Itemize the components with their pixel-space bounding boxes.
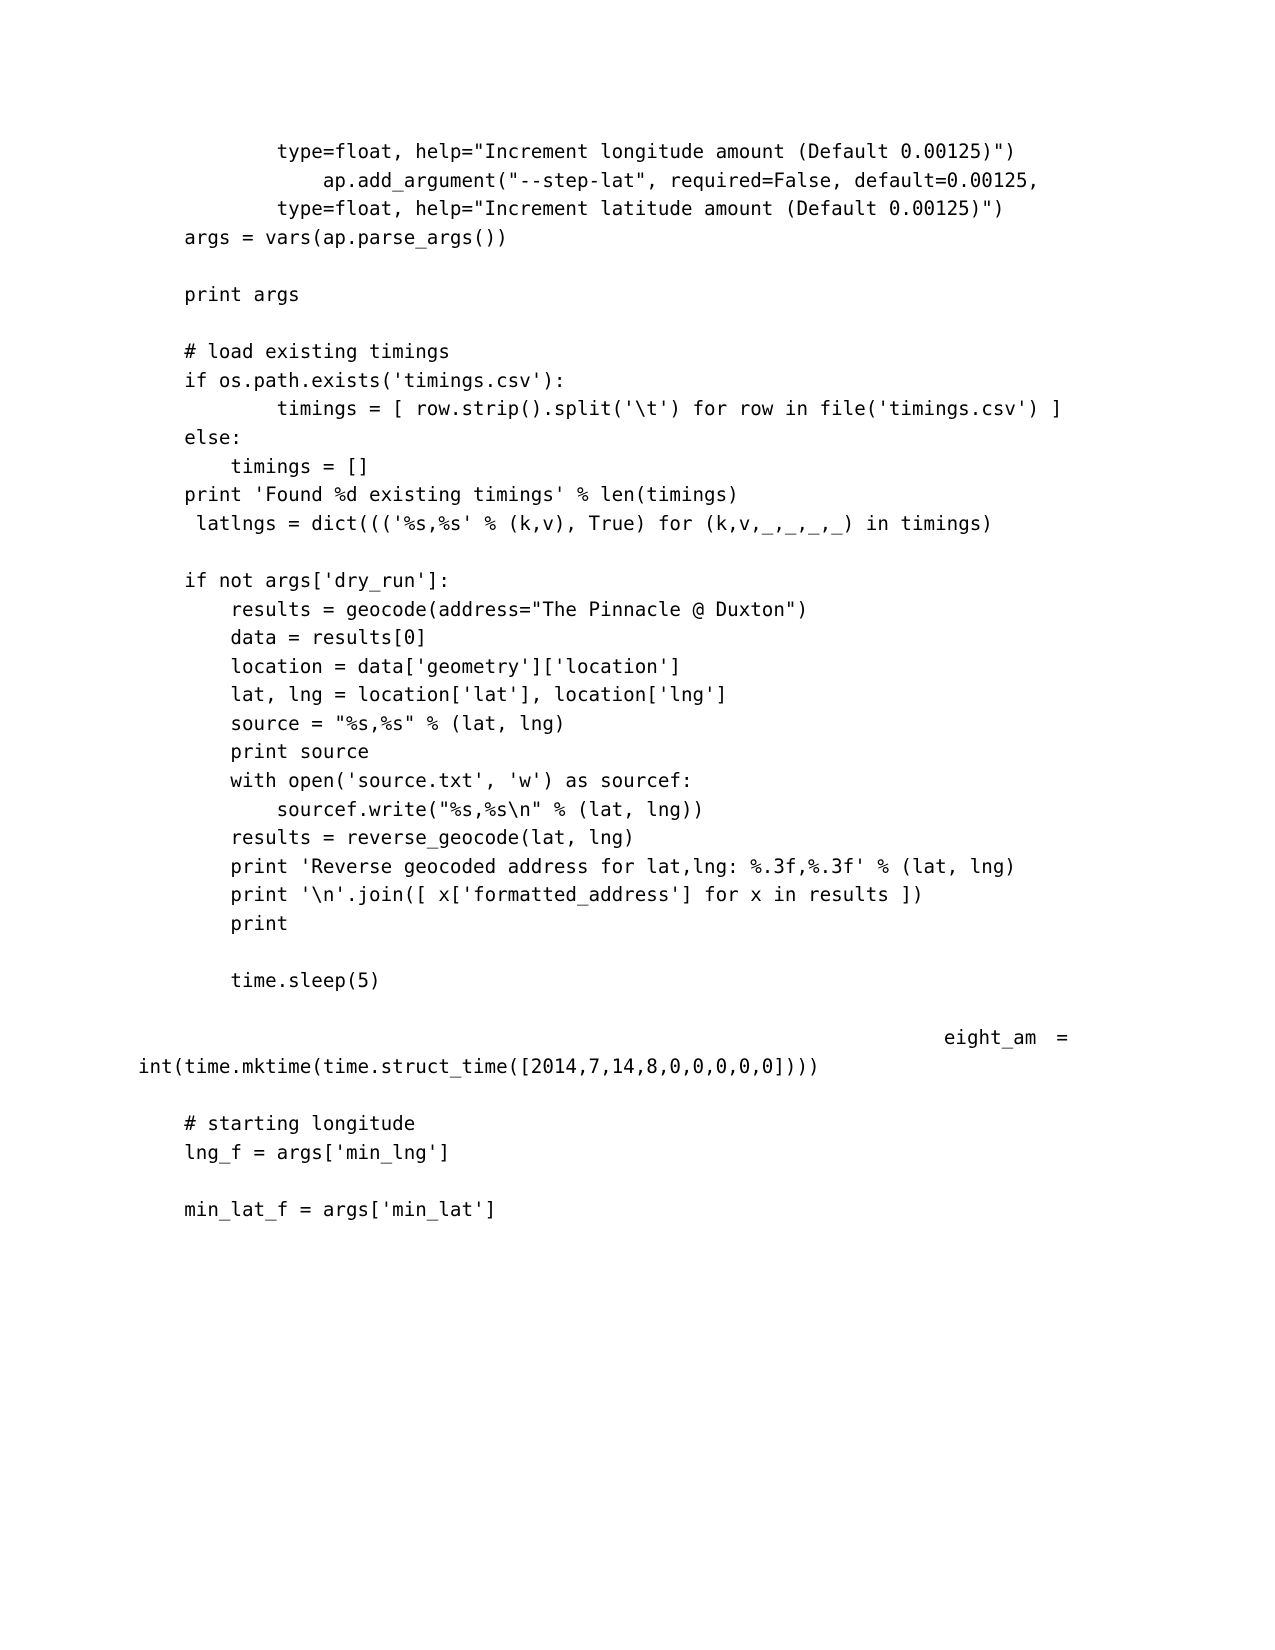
code-line: # load existing timings <box>138 340 450 364</box>
code-line: print <box>138 912 289 936</box>
code-line: timings = [ row.strip().split('\t') for … <box>138 397 1063 421</box>
code-line: print 'Found %d existing timings' % len(… <box>138 483 739 507</box>
code-line: location = data['geometry']['location'] <box>138 654 681 678</box>
code-line: else: <box>138 425 242 449</box>
code-line: source = "%s,%s" % (lat, lng) <box>138 711 566 735</box>
code-line: latlngs = dict((('%s,%s' % (k,v), True) … <box>138 511 993 535</box>
code-line: ap.add_argument("--step-lat", required=F… <box>138 168 1040 192</box>
code-line: eight_am = int(time.mktime(time.struct_t… <box>138 1026 1080 1078</box>
code-line: # starting longitude <box>138 1112 416 1136</box>
document-page: type=float, help="Increment longitude am… <box>0 0 1275 1650</box>
code-line: time.sleep(5) <box>138 969 381 993</box>
code-line: results = geocode(address="The Pinnacle … <box>138 597 809 621</box>
code-line: timings = [] <box>138 454 370 478</box>
code-line: min_lat_f = args['min_lat'] <box>138 1197 497 1221</box>
code-line: lng_f = args['min_lng'] <box>138 1140 450 1164</box>
code-line: print source <box>138 740 370 764</box>
code-line: results = reverse_geocode(lat, lng) <box>138 826 635 850</box>
code-line: type=float, help="Increment longitude am… <box>138 140 1016 163</box>
code-line: if os.path.exists('timings.csv'): <box>138 368 566 392</box>
code-listing: type=float, help="Increment longitude am… <box>138 138 1068 1225</box>
code-line: data = results[0] <box>138 626 427 650</box>
code-line: sourcef.write("%s,%s\n" % (lat, lng)) <box>138 797 705 821</box>
code-line: print 'Reverse geocoded address for lat,… <box>138 854 1016 878</box>
code-line: lat, lng = location['lat'], location['ln… <box>138 683 728 707</box>
code-line: print args <box>138 282 300 306</box>
code-line: print '\n'.join([ x['formatted_address']… <box>138 883 924 907</box>
code-line: args = vars(ap.parse_args()) <box>138 225 508 249</box>
code-line: if not args['dry_run']: <box>138 568 450 592</box>
code-line: with open('source.txt', 'w') as sourcef: <box>138 769 693 793</box>
code-line: type=float, help="Increment latitude amo… <box>138 197 1005 221</box>
